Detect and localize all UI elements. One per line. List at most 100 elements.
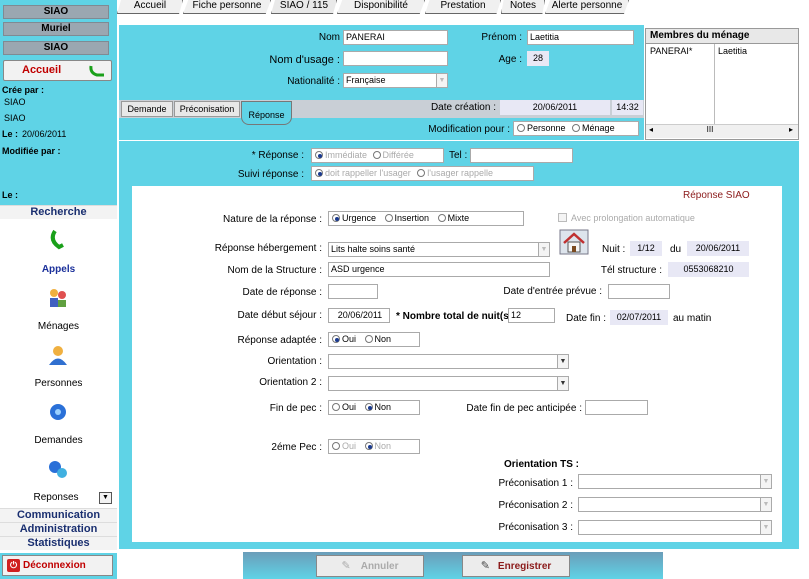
members-scrollbar[interactable] bbox=[646, 124, 798, 138]
date-fin-label: Date fin : bbox=[566, 313, 607, 324]
communication-header[interactable]: Communication bbox=[0, 508, 117, 522]
phone-icon bbox=[89, 65, 104, 77]
nb-nuits-field[interactable]: 12 bbox=[508, 308, 555, 323]
nav-reponses[interactable]: Reponses bbox=[0, 492, 112, 503]
user-button-muriel[interactable]: Muriel bbox=[3, 22, 109, 36]
radio-personne[interactable] bbox=[517, 124, 525, 132]
save-icon: ✎ bbox=[480, 560, 490, 572]
radio-pec2-non[interactable] bbox=[364, 442, 373, 450]
nationalite-select[interactable]: Française ▼ bbox=[343, 73, 448, 88]
preco1-select[interactable]: ▼ bbox=[578, 474, 772, 489]
nav-demandes[interactable]: Demandes bbox=[0, 435, 117, 446]
annuler-button[interactable]: ✎ Annuler bbox=[316, 555, 424, 577]
chevron-down-icon: ▼ bbox=[760, 521, 771, 534]
tab-notes[interactable]: Notes bbox=[501, 0, 545, 14]
chevron-down-icon: ▼ bbox=[436, 74, 447, 87]
date-creation-label: Date création : bbox=[430, 102, 496, 113]
user-button-siao-2[interactable]: SIAO bbox=[3, 41, 109, 55]
pec2-radio-group[interactable]: Oui Non bbox=[328, 439, 420, 454]
tab-accueil[interactable]: Accueil bbox=[117, 0, 183, 14]
radio-usager-rappelle[interactable] bbox=[417, 169, 426, 177]
deconnexion-button[interactable]: ⏻ Déconnexion bbox=[2, 555, 113, 576]
tab-prestation[interactable]: Prestation bbox=[425, 0, 501, 14]
scroll-right-icon[interactable]: ▸ bbox=[789, 125, 793, 134]
scroll-left-icon[interactable]: ◂ bbox=[649, 125, 653, 134]
reponse-type-radio-group[interactable]: Immédiate Différée bbox=[311, 148, 444, 163]
radio-fin-pec-oui[interactable] bbox=[332, 403, 340, 411]
radio-adaptee-non[interactable] bbox=[364, 335, 373, 343]
house-icon[interactable] bbox=[559, 229, 589, 255]
modification-label: Modification pour : bbox=[428, 124, 510, 135]
date-debut-field[interactable]: 20/06/2011 bbox=[328, 308, 390, 323]
adaptee-radio-group[interactable]: Oui Non bbox=[328, 332, 420, 347]
subtab-demande[interactable]: Demande bbox=[121, 101, 173, 117]
structure-field[interactable]: ASD urgence bbox=[328, 262, 550, 277]
modification-radio-group[interactable]: Personne Ménage bbox=[513, 121, 639, 136]
chevron-down-icon: ▼ bbox=[760, 498, 771, 511]
tel-field[interactable] bbox=[470, 148, 573, 163]
preco2-select[interactable]: ▼ bbox=[578, 497, 772, 512]
tab-alerte-personne[interactable]: Alerte personne bbox=[545, 0, 629, 14]
phone-icon[interactable] bbox=[47, 228, 69, 250]
accueil-button[interactable]: Accueil bbox=[3, 60, 112, 81]
le-label: Le : bbox=[2, 129, 19, 139]
tab-disponibilite[interactable]: Disponibilité bbox=[337, 0, 425, 14]
radio-menage-label: Ménage bbox=[582, 123, 615, 133]
radio-differee[interactable] bbox=[372, 151, 381, 159]
tab-fiche-personne[interactable]: Fiche personne bbox=[183, 0, 271, 14]
household-icon[interactable] bbox=[47, 287, 69, 309]
radio-urgence-label: Urgence bbox=[342, 213, 377, 223]
recherche-header[interactable]: Recherche bbox=[0, 205, 117, 219]
member-nom[interactable]: PANERAI* bbox=[650, 46, 692, 56]
suivi-reponse-label: Suivi réponse : bbox=[237, 169, 304, 180]
subtab-preconisation[interactable]: Préconisation bbox=[174, 101, 240, 117]
prolongation-label: Avec prolongation automatique bbox=[571, 213, 695, 223]
radio-insertion[interactable] bbox=[384, 214, 393, 222]
radio-adaptee-non-label: Non bbox=[374, 334, 392, 344]
nom-usage-field[interactable] bbox=[343, 51, 448, 66]
date-reponse-field[interactable] bbox=[328, 284, 378, 299]
orientation-ts-label: Orientation TS : bbox=[504, 459, 579, 470]
gears-icon[interactable] bbox=[47, 458, 69, 480]
radio-pec2-non-label: Non bbox=[374, 441, 392, 451]
date-entree-field[interactable] bbox=[608, 284, 670, 299]
prenom-field[interactable]: Laetitia bbox=[527, 30, 634, 45]
member-prenom[interactable]: Laetitia bbox=[718, 46, 747, 56]
radio-adaptee-oui[interactable] bbox=[332, 335, 340, 343]
radio-fin-pec-non[interactable] bbox=[364, 403, 373, 411]
suivi-reponse-radio-group[interactable]: doit rappeller l'usager l'usager rappell… bbox=[311, 166, 534, 181]
radio-mixte[interactable] bbox=[437, 214, 446, 222]
nav-personnes[interactable]: Personnes bbox=[0, 378, 117, 389]
radio-urgence[interactable] bbox=[332, 214, 340, 222]
nav-appels[interactable]: Appels bbox=[0, 264, 117, 275]
radio-menage[interactable] bbox=[572, 124, 581, 132]
orientation-select[interactable]: ▼ bbox=[328, 354, 569, 369]
tab-siao-115[interactable]: SIAO / 115 bbox=[271, 0, 337, 14]
fin-pec-radio-group[interactable]: Oui Non bbox=[328, 400, 420, 415]
members-column-divider bbox=[714, 44, 715, 124]
radio-pec2-oui[interactable] bbox=[332, 442, 340, 450]
date-fin-pec-field[interactable] bbox=[585, 400, 648, 415]
orientation2-select[interactable]: ▼ bbox=[328, 376, 569, 391]
gear-icon[interactable] bbox=[47, 401, 69, 423]
subtab-reponse[interactable]: Réponse bbox=[241, 101, 292, 125]
scroll-thumb[interactable]: III bbox=[700, 125, 720, 134]
prolongation-checkbox[interactable] bbox=[558, 213, 567, 222]
expand-dropdown-icon[interactable]: ▼ bbox=[99, 492, 112, 504]
hebergement-select[interactable]: Lits halte soins santé ▼ bbox=[328, 242, 550, 257]
user-button-siao[interactable]: SIAO bbox=[3, 5, 109, 19]
radio-immediate[interactable] bbox=[315, 151, 323, 159]
nav-menages[interactable]: Ménages bbox=[0, 321, 117, 332]
enregistrer-label: Enregistrer bbox=[497, 561, 552, 572]
enregistrer-button[interactable]: ✎ Enregistrer bbox=[462, 555, 570, 577]
nature-radio-group[interactable]: Urgence Insertion Mixte bbox=[328, 211, 524, 226]
statistiques-header[interactable]: Statistiques bbox=[0, 536, 117, 550]
preco3-select[interactable]: ▼ bbox=[578, 520, 772, 535]
nom-usage-label: Nom d'usage : bbox=[269, 54, 340, 66]
date-creation-value: 20/06/2011 bbox=[500, 100, 610, 115]
administration-header[interactable]: Administration bbox=[0, 522, 117, 536]
nom-field[interactable]: PANERAI bbox=[343, 30, 448, 45]
age-value: 28 bbox=[527, 51, 549, 66]
radio-doit-rappeler[interactable] bbox=[315, 169, 323, 177]
person-icon[interactable] bbox=[47, 344, 69, 366]
